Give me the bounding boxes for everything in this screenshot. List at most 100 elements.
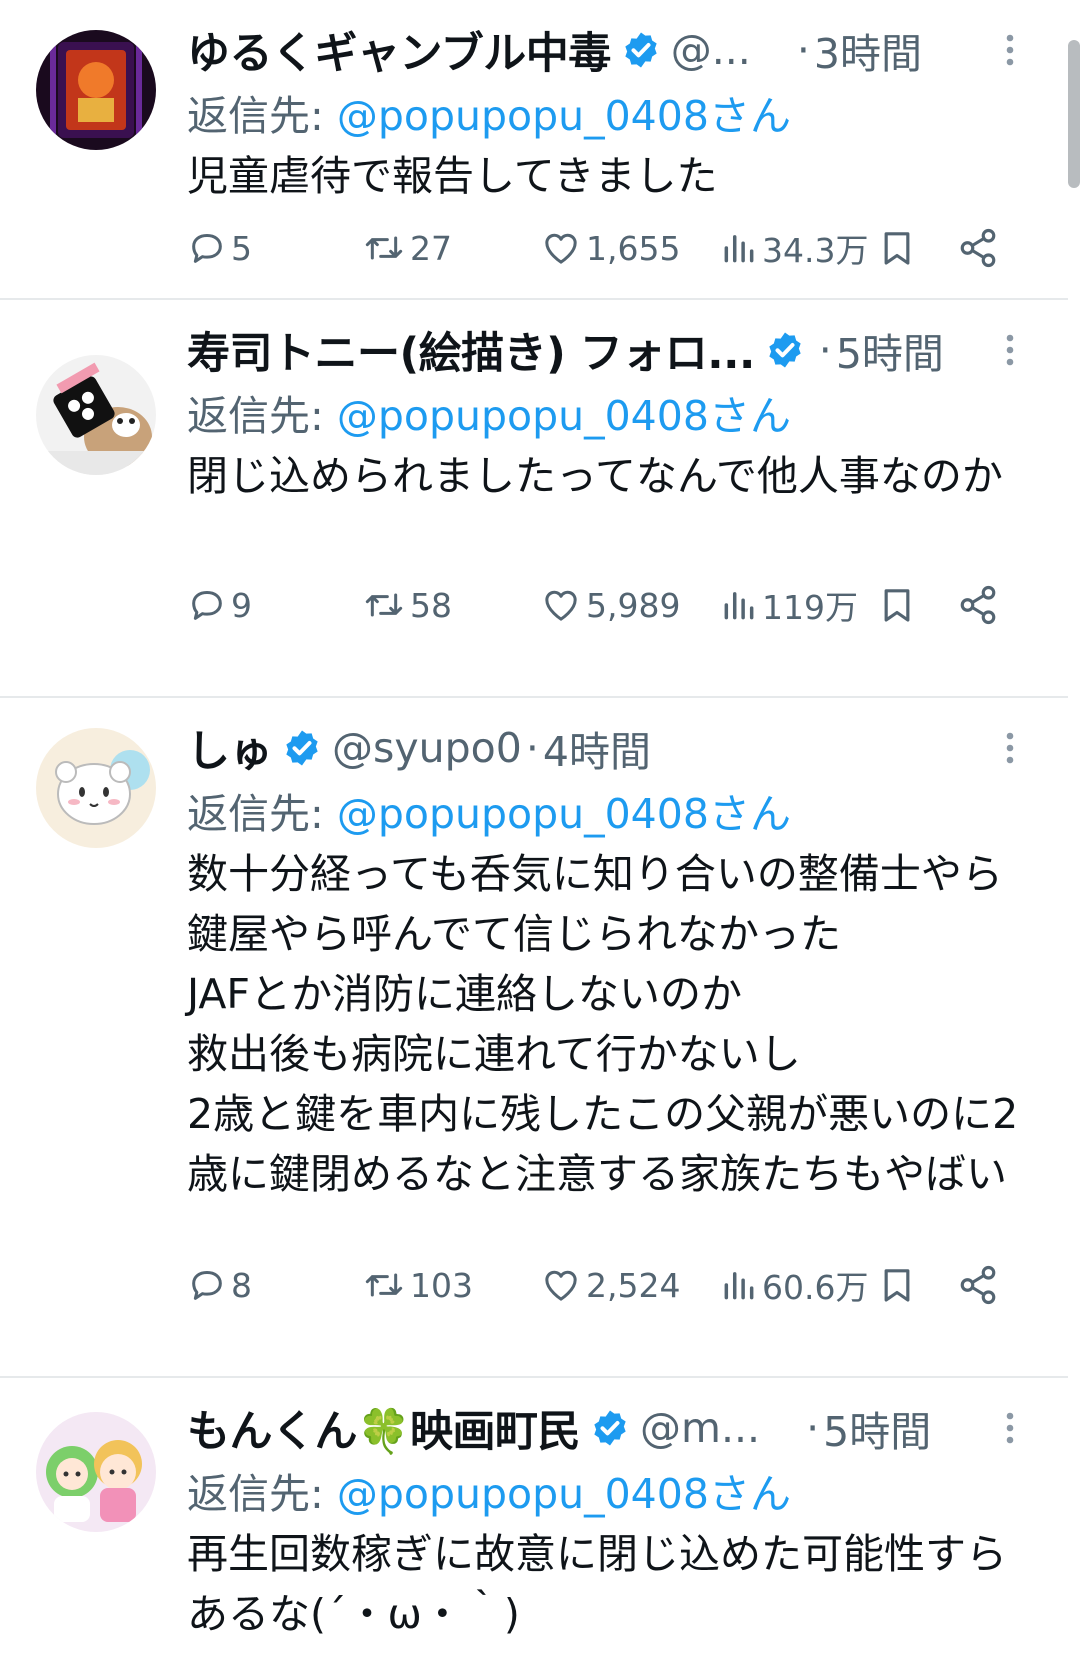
- tweet-text: 児童虐待で報告してきました: [187, 152, 718, 200]
- reply-button[interactable]: 8: [187, 1255, 252, 1315]
- separator-dot: ·: [818, 326, 832, 374]
- retweet-button[interactable]: 27: [362, 218, 452, 278]
- display-name[interactable]: ゆるくギャンブル中毒: [187, 19, 611, 81]
- bar-chart-icon: [724, 1272, 754, 1300]
- scrollbar[interactable]: [1068, 40, 1080, 188]
- bookmark-icon: [884, 232, 910, 265]
- separator-dot: ·: [796, 26, 810, 74]
- like-button[interactable]: 1,655: [540, 218, 680, 278]
- tweet-2[interactable]: 寿司トニー(絵描き) フォロ... · 5時間 返信先: @popupopu_0…: [0, 300, 1068, 698]
- views-button[interactable]: 60.6万: [720, 1255, 868, 1315]
- vertical-ellipsis-icon[interactable]: [992, 1410, 1028, 1446]
- bookmark-icon: [884, 589, 910, 622]
- bookmark-button[interactable]: [877, 218, 921, 278]
- avatar-image: [36, 1412, 156, 1532]
- bar-chart-icon: [724, 235, 754, 263]
- reply-button[interactable]: 9: [187, 575, 252, 635]
- reply-prefix: 返信先:: [187, 92, 337, 140]
- heart-icon: [545, 233, 577, 264]
- like-count: 5,989: [586, 585, 681, 625]
- display-name[interactable]: もんくん🍀映画町民: [187, 1397, 581, 1459]
- reply-context: 返信先: @popupopu_0408さん: [187, 780, 1028, 840]
- views-button[interactable]: 34.3万: [720, 218, 868, 278]
- vertical-ellipsis-icon[interactable]: [992, 332, 1028, 368]
- vertical-ellipsis-icon[interactable]: [992, 32, 1028, 68]
- like-button[interactable]: 2,524: [540, 1255, 680, 1315]
- action-bar: 9 58 5,989 119万: [187, 575, 1028, 635]
- reply-prefix: 返信先:: [187, 790, 337, 838]
- verified-badge-icon: [594, 1410, 626, 1446]
- reply-context: 返信先: @popupopu_0408さん: [187, 382, 1028, 442]
- share-icon: [960, 585, 996, 625]
- avatar[interactable]: [36, 728, 156, 848]
- vertical-ellipsis-icon[interactable]: [992, 730, 1028, 766]
- avatar[interactable]: [36, 30, 156, 150]
- bookmark-button[interactable]: [877, 575, 921, 635]
- heart-icon: [545, 590, 577, 621]
- share-button[interactable]: [957, 1255, 1003, 1315]
- reply-mention-link[interactable]: @popupopu_0408さん: [337, 790, 791, 838]
- reply-context: 返信先: @popupopu_0408さん: [187, 82, 1028, 142]
- bookmark-icon: [884, 1269, 910, 1302]
- heart-icon: [545, 1270, 577, 1301]
- retweet-button[interactable]: 103: [362, 1255, 473, 1315]
- tweet-text: 再生回数稼ぎに故意に閉じ込めた可能性すらあるな(´・ω・｀): [187, 1530, 1007, 1638]
- views-button[interactable]: 119万: [720, 575, 858, 635]
- separator-dot: ·: [806, 1404, 820, 1452]
- retweet-count: 58: [410, 585, 452, 625]
- avatar-image: [36, 30, 156, 150]
- tweet-3[interactable]: しゅ @syupo0 · 4時間 返信先: @popupopu_0408さん 数…: [0, 698, 1068, 1378]
- speech-bubble-icon: [192, 591, 222, 620]
- reply-context: 返信先: @popupopu_0408さん: [187, 1460, 1028, 1520]
- separator-dot: ·: [525, 724, 539, 772]
- tweet-4[interactable]: もんくん🍀映画町民 @m... · 5時間 返信先: @popupopu_040…: [0, 1378, 1068, 1673]
- timestamp[interactable]: 5時間: [836, 320, 944, 380]
- tweet-text: 数十分経っても呑気に知り合いの整備士やら鍵屋やら呼んでて信じられなかった JAF…: [187, 850, 1019, 1198]
- retweet-arrows-icon: [365, 236, 403, 260]
- avatar-image: [36, 728, 156, 848]
- reply-mention-link[interactable]: @popupopu_0408さん: [337, 1470, 791, 1518]
- retweet-count: 103: [410, 1265, 473, 1305]
- handle[interactable]: @syupo0: [332, 724, 522, 772]
- like-count: 2,524: [586, 1265, 681, 1305]
- verified-badge-icon: [769, 332, 801, 368]
- reply-count: 8: [231, 1265, 252, 1305]
- timestamp[interactable]: 5時間: [823, 1398, 931, 1458]
- like-count: 1,655: [586, 228, 681, 268]
- share-button[interactable]: [957, 575, 1003, 635]
- retweet-count: 27: [410, 228, 452, 268]
- reply-count: 5: [231, 228, 252, 268]
- view-count: 119万: [762, 588, 858, 627]
- tweet-1[interactable]: ゆるくギャンブル中毒 @... · 3時間 返信先: @popupopu_040…: [0, 0, 1068, 300]
- reply-button[interactable]: 5: [187, 218, 252, 278]
- view-count: 34.3万: [762, 231, 869, 270]
- display-name[interactable]: しゅ: [187, 717, 273, 779]
- verified-badge-icon: [286, 730, 318, 766]
- avatar-image: [36, 355, 156, 475]
- like-button[interactable]: 5,989: [540, 575, 680, 635]
- action-bar: 8 103 2,524 60.6万: [187, 1255, 1028, 1315]
- avatar[interactable]: [36, 1412, 156, 1532]
- bar-chart-icon: [724, 592, 754, 620]
- reply-mention-link[interactable]: @popupopu_0408さん: [337, 392, 791, 440]
- share-icon: [960, 1265, 996, 1305]
- display-name[interactable]: 寿司トニー(絵描き) フォロ...: [187, 319, 755, 381]
- speech-bubble-icon: [192, 234, 222, 263]
- handle[interactable]: @...: [671, 26, 751, 74]
- share-button[interactable]: [957, 218, 1003, 278]
- view-count: 60.6万: [762, 1268, 869, 1307]
- avatar[interactable]: [36, 355, 156, 475]
- retweet-button[interactable]: 58: [362, 575, 452, 635]
- bookmark-button[interactable]: [877, 1255, 921, 1315]
- timestamp[interactable]: 3時間: [814, 20, 922, 80]
- verified-badge-icon: [625, 32, 657, 68]
- handle[interactable]: @m...: [640, 1404, 760, 1452]
- reply-mention-link[interactable]: @popupopu_0408さん: [337, 92, 791, 140]
- reply-prefix: 返信先:: [187, 392, 337, 440]
- share-icon: [960, 228, 996, 268]
- action-bar: 5 27 1,655 34.3万: [187, 218, 1028, 278]
- reply-count: 9: [231, 585, 252, 625]
- tweet-text: 閉じ込められましたってなんで他人事なのか: [187, 452, 1003, 500]
- speech-bubble-icon: [192, 1271, 222, 1300]
- timestamp[interactable]: 4時間: [543, 718, 651, 778]
